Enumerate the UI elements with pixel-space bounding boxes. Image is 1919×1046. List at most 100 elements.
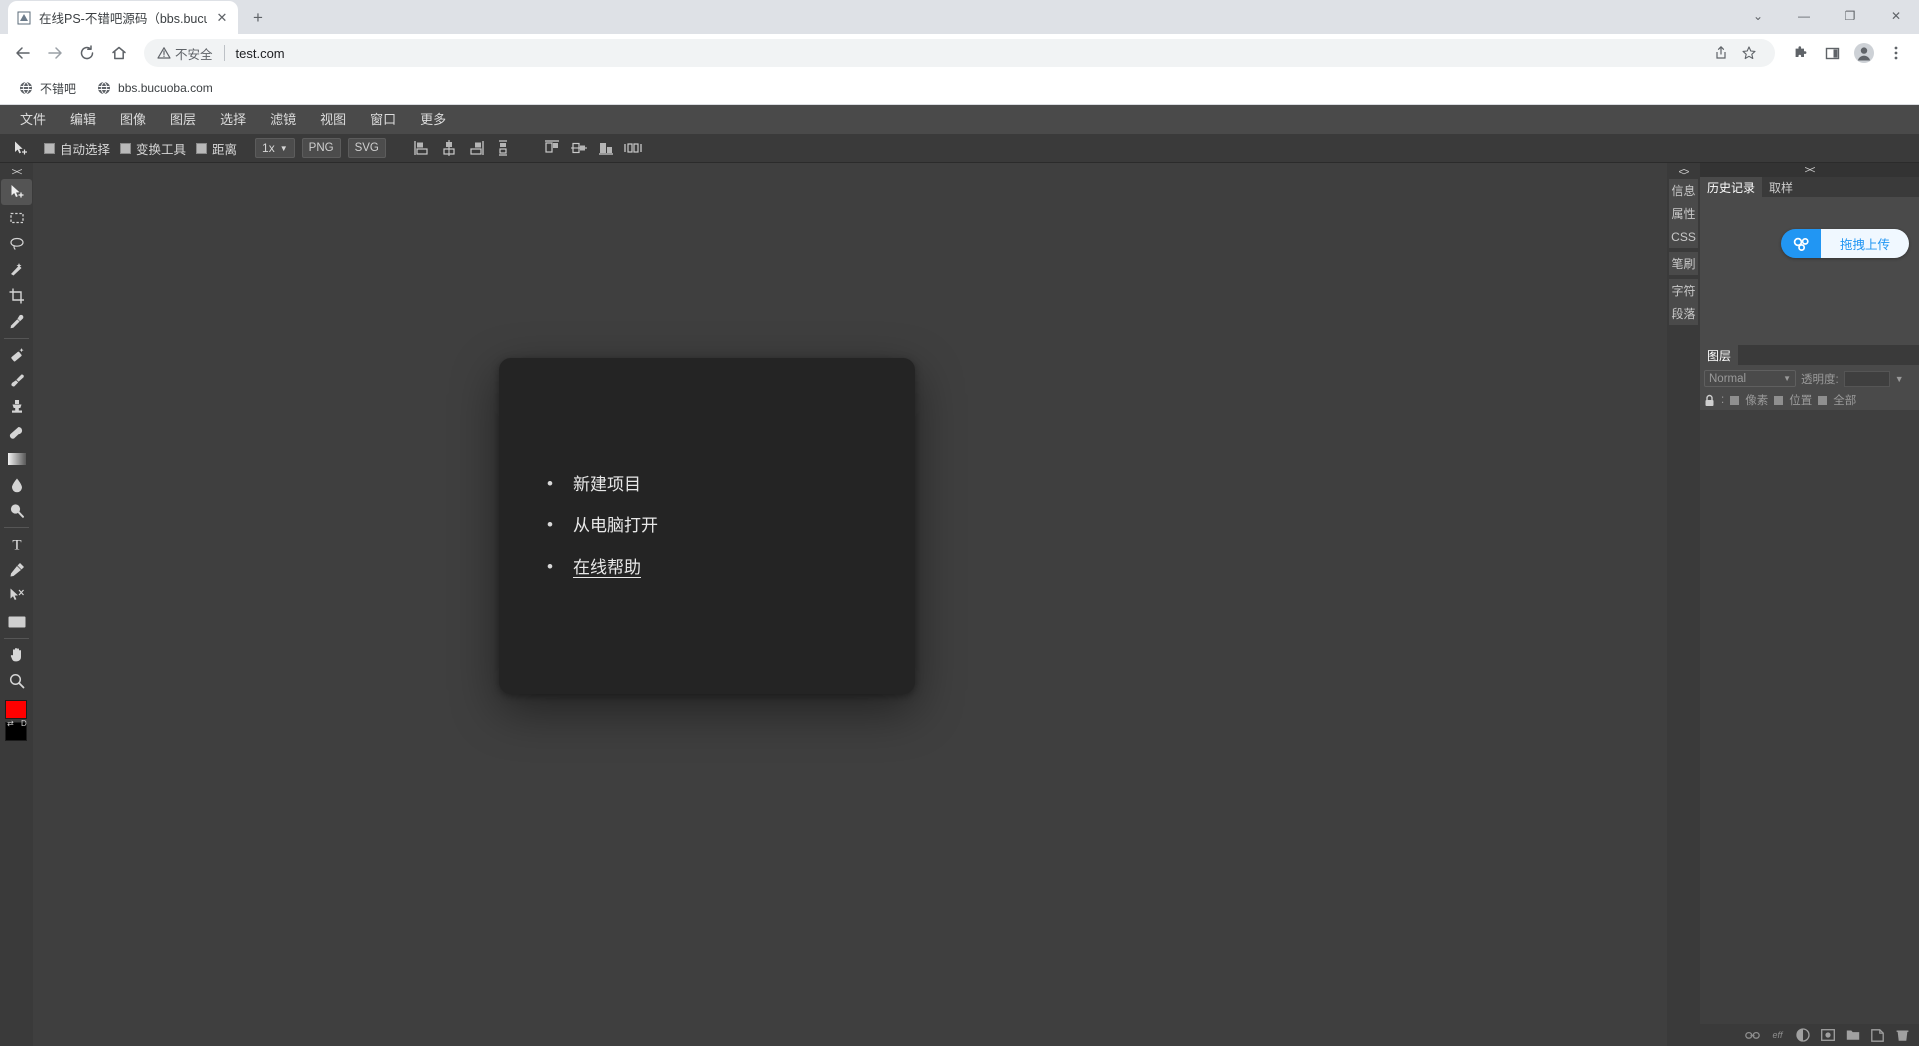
menu-image[interactable]: 图像 [108,105,158,134]
three-dot-menu-icon[interactable] [1881,38,1911,68]
gradient-tool[interactable] [1,446,32,472]
default-colors-icon[interactable]: D [21,719,27,728]
path-select-tool[interactable] [1,583,32,609]
bookmark-item[interactable]: bbs.bucuoba.com [88,77,221,99]
layers-list[interactable] [1700,410,1919,1024]
crop-tool[interactable] [1,283,32,309]
align-left-icon[interactable] [410,136,435,160]
move-tool[interactable] [1,179,32,205]
shape-tool[interactable] [1,609,32,635]
share-icon[interactable] [1708,40,1734,66]
menu-filter[interactable]: 滤镜 [258,105,308,134]
swap-colors-icon[interactable]: ⇄ [7,719,14,728]
lasso-tool[interactable] [1,231,32,257]
export-svg-button[interactable]: SVG [347,138,386,158]
star-icon[interactable] [1736,40,1762,66]
canvas-area[interactable]: 新建项目 从电脑打开 在线帮助 [33,163,1667,1046]
avatar-icon[interactable] [1849,38,1879,68]
eyedropper-tool[interactable] [1,309,32,335]
transform-tool-checkbox[interactable]: 变换工具 [120,139,186,158]
hand-tool[interactable] [1,642,32,668]
security-indicator[interactable]: 不安全 [157,44,213,63]
window-close-icon[interactable]: ✕ [1873,0,1919,32]
right-sidebar-collapse-toggle[interactable]: <> [1667,165,1700,179]
menu-edit[interactable]: 编辑 [58,105,108,134]
scale-select[interactable]: 1x ▼ [255,138,295,158]
menu-select[interactable]: 选择 [208,105,258,134]
close-icon[interactable]: ✕ [214,10,230,26]
back-icon[interactable] [8,38,38,68]
sidebar-tab-css[interactable]: CSS [1669,225,1698,248]
browser-tab[interactable]: 在线PS-不错吧源码（bbs.bucuo ✕ [8,1,238,34]
align-right-icon[interactable] [464,136,489,160]
text-tool[interactable]: T [1,531,32,557]
blend-mode-select[interactable]: Normal ▼ [1704,370,1796,387]
clone-stamp-tool[interactable] [1,394,32,420]
delete-layer-icon[interactable] [1895,1028,1910,1043]
puzzle-icon[interactable] [1785,38,1815,68]
eraser-tool[interactable] [1,420,32,446]
menu-layer[interactable]: 图层 [158,105,208,134]
align-top-icon[interactable] [540,136,565,160]
new-tab-button[interactable]: + [244,4,272,32]
distribute-v-icon[interactable] [491,136,516,160]
lock-all-checkbox[interactable] [1818,395,1828,405]
home-icon[interactable] [104,38,134,68]
marquee-tool[interactable] [1,205,32,231]
sidebar-tab-info[interactable]: 信息 [1669,179,1698,202]
zoom-tool[interactable] [1,668,32,694]
menu-more[interactable]: 更多 [408,105,458,134]
opacity-input[interactable] [1843,370,1890,387]
toolbar-collapse-toggle[interactable]: >< [0,165,33,179]
sidebar-tab-properties[interactable]: 属性 [1669,202,1698,225]
menu-view[interactable]: 视图 [308,105,358,134]
drag-upload-button[interactable]: 拖拽上传 [1781,229,1909,258]
opacity-dropdown-icon[interactable]: ▼ [1895,374,1904,384]
export-png-button[interactable]: PNG [301,138,341,158]
tab-layers[interactable]: 图层 [1700,345,1739,365]
tab-sampling[interactable]: 取样 [1762,177,1801,197]
align-center-h-icon[interactable] [437,136,462,160]
blur-tool[interactable] [1,472,32,498]
magic-wand-tool[interactable] [1,257,32,283]
forward-icon[interactable] [40,38,70,68]
open-from-computer-item[interactable]: 从电脑打开 [547,512,658,539]
sidebar-tab-paragraph[interactable]: 段落 [1669,302,1698,325]
maximize-icon[interactable]: ❐ [1827,0,1873,32]
foreground-color-swatch[interactable] [5,700,27,719]
new-project-item[interactable]: 新建项目 [547,471,658,498]
new-layer-icon[interactable] [1870,1028,1885,1043]
bookmark-item[interactable]: 不错吧 [10,77,84,100]
minimize-icon[interactable]: — [1781,0,1827,32]
sidebar-tab-character[interactable]: 字符 [1669,279,1698,302]
adjustment-layer-icon[interactable] [1795,1028,1810,1043]
lock-pixels-checkbox[interactable] [1730,395,1740,405]
start-modal: 新建项目 从电脑打开 在线帮助 [499,358,915,694]
pen-tool[interactable] [1,557,32,583]
distance-checkbox[interactable]: 距离 [196,139,237,158]
online-help-label: 在线帮助 [573,557,641,577]
side-panel-icon[interactable] [1817,38,1847,68]
auto-select-checkbox[interactable]: 自动选择 [44,139,110,158]
address-bar[interactable]: 不安全 test.com [144,39,1775,67]
new-group-icon[interactable] [1845,1028,1860,1043]
layer-effects-icon[interactable]: eff [1770,1028,1785,1043]
align-middle-v-icon[interactable] [567,136,592,160]
link-layers-icon[interactable] [1745,1028,1760,1043]
reload-icon[interactable] [72,38,102,68]
distribute-h-icon[interactable] [621,136,646,160]
menu-file[interactable]: 文件 [8,105,58,134]
tab-history[interactable]: 历史记录 [1700,177,1763,197]
align-bottom-icon[interactable] [594,136,619,160]
panel-collapse-toggle[interactable]: >< [1700,163,1919,177]
brush-tool[interactable] [1,368,32,394]
sidebar-tab-brush[interactable]: 笔刷 [1669,252,1698,275]
menu-window[interactable]: 窗口 [358,105,408,134]
lock-all-label: 全部 [1833,395,1857,407]
online-help-item[interactable]: 在线帮助 [547,554,658,581]
dodge-tool[interactable] [1,498,32,524]
tab-search-icon[interactable]: ⌄ [1735,0,1781,32]
lock-position-checkbox[interactable] [1774,395,1784,405]
layer-mask-icon[interactable] [1820,1028,1835,1043]
healing-brush-tool[interactable] [1,342,32,368]
